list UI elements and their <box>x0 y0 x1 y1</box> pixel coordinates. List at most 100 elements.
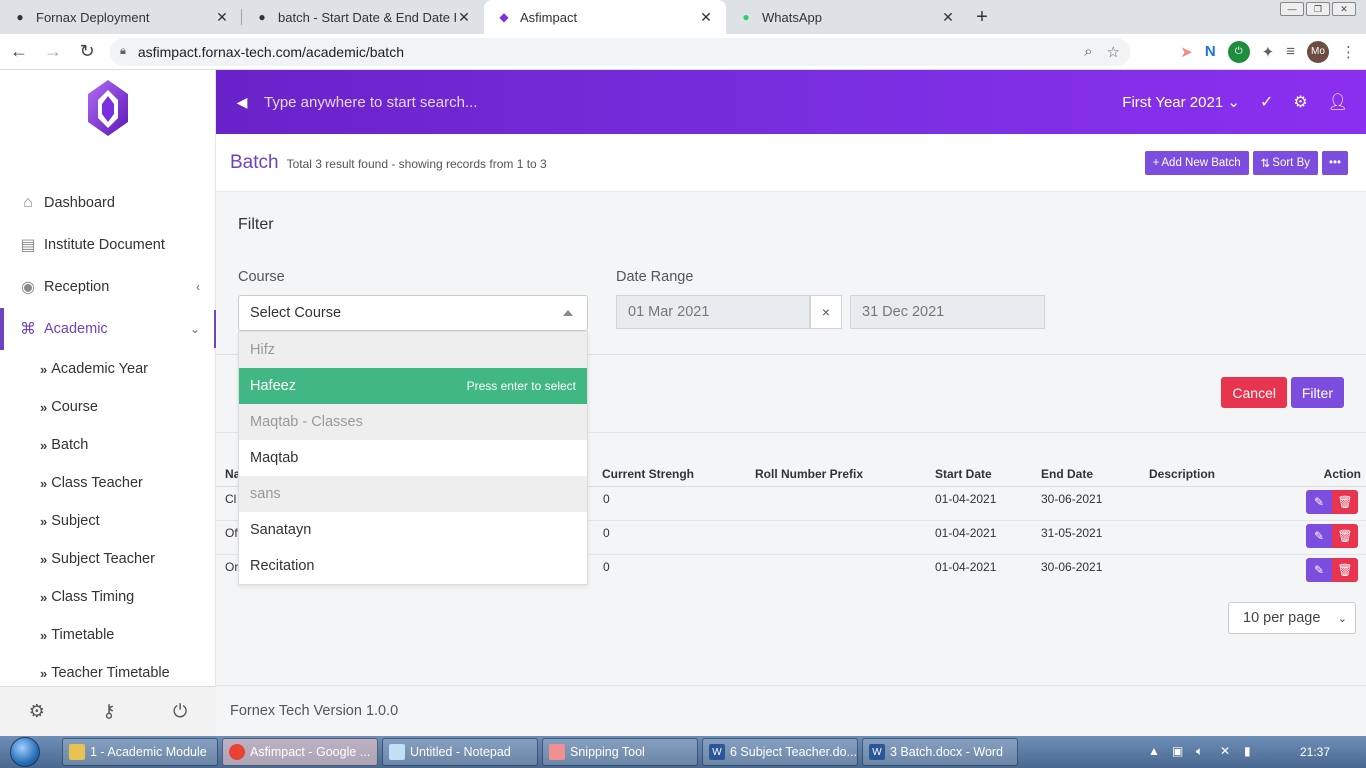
sidebar-item-academic[interactable]: ⌘ Academic ⌄ <box>0 308 216 350</box>
menu-kebab-icon[interactable]: ⋮ <box>1341 43 1356 61</box>
sidebar-item-dashboard[interactable]: ⌂ Dashboard <box>0 182 216 224</box>
sidebar-subitem-subject-teacher[interactable]: » Subject Teacher <box>0 540 216 578</box>
app-footer: Fornex Tech Version 1.0.0 <box>216 685 1366 736</box>
browser-tab-fornax[interactable]: ● Fornax Deployment ✕ <box>0 0 242 34</box>
signal-icon[interactable]: ▮ <box>1244 744 1260 760</box>
user-icon[interactable]: 👤︎ <box>1328 92 1348 112</box>
settings-gears-icon[interactable]: ⚙ <box>29 701 45 722</box>
sidebar-item-institute-document[interactable]: ▤ Institute Document <box>0 224 216 266</box>
taskbar-item-snipping-tool[interactable]: Snipping Tool <box>542 738 698 766</box>
dropdown-option-hafeez[interactable]: Hafeez Press enter to select <box>239 368 587 404</box>
asfimpact-logo-icon: ◆ <box>499 10 509 24</box>
end-date-input[interactable]: 31 Dec 2021 <box>850 295 1045 329</box>
windows-logo-icon <box>10 737 40 767</box>
minimize-icon[interactable]: — <box>1280 2 1304 16</box>
sidebar-subitem-label: Academic Year <box>51 361 148 377</box>
address-bar[interactable]: 🔒︎ asfimpact.fornax-tech.com/academic/ba… <box>110 37 1130 66</box>
dropdown-option-maqtab[interactable]: Maqtab <box>239 440 587 476</box>
start-button[interactable] <box>0 736 50 768</box>
browser-tab-batch[interactable]: ● batch - Start Date & End Date Fil ✕ <box>242 0 484 34</box>
extension-arrow-icon[interactable]: ➤ <box>1180 43 1193 61</box>
sidebar-subitem-course[interactable]: » Course <box>0 388 216 426</box>
taskbar-item-explorer[interactable]: 1 - Academic Module <box>62 738 218 766</box>
check-circle-icon[interactable]: ✓ <box>1260 92 1273 112</box>
close-window-icon[interactable]: ✕ <box>1332 2 1356 16</box>
back-circle-icon[interactable]: ◀ <box>224 94 260 111</box>
dropdown-option-recitation[interactable]: Recitation <box>239 548 587 584</box>
close-icon[interactable]: ✕ <box>456 9 472 26</box>
trash-icon[interactable]: 🗑︎ <box>1332 524 1358 548</box>
sidebar-subitem-label: Subject <box>51 513 100 529</box>
edit-icon[interactable]: ✎ <box>1306 558 1332 582</box>
key-icon[interactable]: ⚷ <box>102 701 115 722</box>
back-icon[interactable]: ← <box>4 37 34 67</box>
taskbar-item-word-subject-teacher[interactable]: W 6 Subject Teacher.do... <box>702 738 858 766</box>
taskbar-item-notepad[interactable]: Untitled - Notepad <box>382 738 538 766</box>
settings-gears-icon[interactable]: ⚙ <box>1293 92 1307 112</box>
volume-icon[interactable]: 🔈︎ <box>1196 744 1212 760</box>
filter-button[interactable]: Filter <box>1290 377 1344 408</box>
course-label: Course <box>238 269 285 285</box>
column-roll-number-prefix: Roll Number Prefix <box>755 467 864 481</box>
sidebar-subitem-academic-year[interactable]: » Academic Year <box>0 350 216 388</box>
close-icon[interactable]: ✕ <box>940 9 956 26</box>
academic-year-select[interactable]: First Year 2021 ⌄ <box>1122 93 1240 111</box>
cell-start-date: 01-04-2021 <box>935 526 997 540</box>
more-options-button[interactable]: ••• <box>1322 150 1348 175</box>
network-warning-icon[interactable]: ✕ <box>1220 744 1236 760</box>
browser-tab-whatsapp[interactable]: ● WhatsApp ✕ <box>726 0 968 34</box>
app-logo[interactable] <box>84 78 132 138</box>
extensions-puzzle-icon[interactable]: ✦ <box>1262 43 1275 61</box>
sidebar-subitem-class-timing[interactable]: » Class Timing <box>0 578 216 616</box>
extension-n-icon[interactable]: N <box>1205 43 1216 60</box>
global-search-input[interactable]: Type anywhere to start search... <box>264 94 477 111</box>
option-label: Hafeez <box>250 378 296 394</box>
course-select[interactable]: Select Course <box>238 295 588 331</box>
zoom-icon[interactable]: ⌕ <box>1084 43 1092 60</box>
taskbar-item-chrome[interactable]: Asfimpact - Google ... <box>222 738 378 766</box>
trash-icon[interactable]: 🗑︎ <box>1332 490 1358 514</box>
cell-name: Or <box>225 560 239 574</box>
sidebar-subitem-batch[interactable]: » Batch <box>0 426 216 464</box>
sidebar-subitem-subject[interactable]: » Subject <box>0 502 216 540</box>
edit-icon[interactable]: ✎ <box>1306 490 1332 514</box>
sidebar-subitem-timetable[interactable]: » Timetable <box>0 616 216 654</box>
extension-green-icon[interactable]: ⏻ <box>1227 40 1250 63</box>
reload-icon[interactable]: ↻ <box>72 37 102 67</box>
cell-strength: 0 <box>603 560 610 574</box>
tab-title: Asfimpact <box>520 9 578 25</box>
browser-tab-asfimpact[interactable]: ◆ Asfimpact ✕ <box>484 0 726 34</box>
google-drive-icon[interactable]: ▲ <box>1148 744 1164 760</box>
add-new-batch-button[interactable]: + Add New Batch <box>1144 150 1249 175</box>
clock[interactable]: 21:37 <box>1300 745 1330 759</box>
maximize-icon[interactable]: ❐ <box>1306 2 1330 16</box>
cell-strength: 0 <box>603 492 610 506</box>
trash-icon[interactable]: 🗑︎ <box>1332 558 1358 582</box>
taskbar-item-word-batch[interactable]: W 3 Batch.docx - Word <box>862 738 1018 766</box>
filter-title: Filter <box>238 216 274 233</box>
forward-icon[interactable]: → <box>38 37 68 67</box>
dropdown-option-sanatayn[interactable]: Sanatayn <box>239 512 587 548</box>
security-icon[interactable]: ▣ <box>1172 744 1188 760</box>
sidebar-item-reception[interactable]: ◉ Reception ‹ <box>0 266 216 308</box>
github-icon: ● <box>16 10 24 24</box>
sidebar-subitem-class-teacher[interactable]: » Class Teacher <box>0 464 216 502</box>
caret-up-icon <box>563 310 573 316</box>
new-tab-button[interactable]: + <box>968 0 996 34</box>
profile-avatar[interactable]: Mo <box>1307 40 1329 63</box>
start-date-input[interactable]: 01 Mar 2021 <box>616 295 810 329</box>
cancel-button[interactable]: Cancel <box>1221 377 1287 408</box>
sort-by-button[interactable]: ⇅ Sort By <box>1252 150 1318 175</box>
bookmark-star-icon[interactable]: ☆ <box>1107 43 1120 61</box>
system-tray: ▲ ▣ 🔈︎ ✕ ▮ 21:37 <box>1140 736 1366 768</box>
power-icon[interactable]: ⏻ <box>173 701 187 722</box>
per-page-select[interactable]: 10 per page ⌄ <box>1228 602 1356 634</box>
edit-icon[interactable]: ✎ <box>1306 524 1332 548</box>
media-control-icon[interactable]: ≡ <box>1286 43 1295 60</box>
close-icon[interactable]: ✕ <box>214 9 230 26</box>
dropdown-group-maqtab-classes: Maqtab - Classes <box>239 404 587 440</box>
clear-date-button[interactable]: × <box>810 295 842 329</box>
cell-name: Of <box>225 526 238 540</box>
chevron-down-icon: ⌄ <box>1227 94 1240 111</box>
close-icon[interactable]: ✕ <box>698 9 714 26</box>
